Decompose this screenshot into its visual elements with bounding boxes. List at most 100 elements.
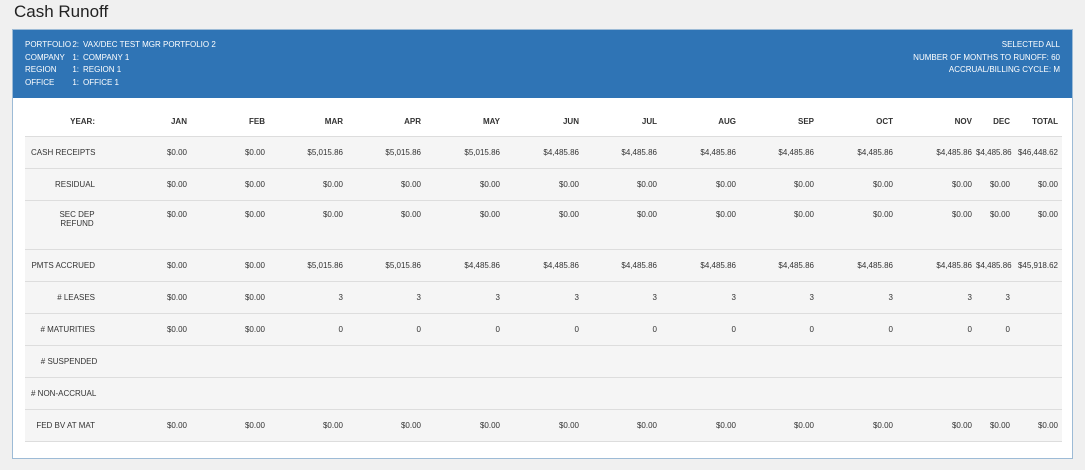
row-label: # MATURITIES [25, 313, 113, 346]
table-cell: $0.00 [740, 168, 818, 201]
table-cell: $4,485.86 [504, 136, 583, 169]
company-num: 1: [72, 52, 79, 62]
table-row: # NON-ACCRUAL [25, 377, 1062, 410]
company-row: COMPANY 1: COMPANY 1 [25, 52, 216, 65]
company-value: COMPANY 1 [83, 52, 130, 62]
table-header-row: YEAR: JAN FEB MAR APR MAY JUN JUL AUG SEP OCT NOV DE… [25, 106, 1062, 137]
row-label: SEC DEP REFUND [25, 200, 113, 250]
table-cell: $0.00 [583, 168, 661, 201]
table-cell: $0.00 [191, 200, 269, 250]
table-cell [661, 377, 740, 410]
selection-info: PORTFOLIO2: VAX/DEC TEST MGR PORTFOLIO 2 … [25, 39, 216, 89]
table-row: # LEASES $0.00 $0.00 3 3 3 3 3 3 3 3 3 3 [25, 281, 1062, 314]
table-cell: $5,015.86 [269, 249, 347, 282]
table-cell: $0.00 [347, 168, 425, 201]
panel-header: PORTFOLIO2: VAX/DEC TEST MGR PORTFOLIO 2 … [13, 30, 1072, 98]
portfolio-num: 2: [72, 40, 79, 49]
cash-runoff-panel: PORTFOLIO2: VAX/DEC TEST MGR PORTFOLIO 2 … [12, 29, 1073, 459]
table-row: PMTS ACCRUED $0.00 $0.00 $5,015.86 $5,015.86… [25, 249, 1062, 282]
table-cell: $0.00 [425, 168, 504, 201]
table-cell: $0.00 [191, 249, 269, 282]
table-cell: $4,485.86 [976, 136, 1014, 169]
table-cell [269, 345, 347, 378]
page-title: Cash Runoff [14, 2, 109, 21]
table-cell [113, 377, 191, 410]
table-row: SEC DEP REFUND $0.00 $0.00 $0.00 $0.00 $0.00 $… [25, 200, 1062, 250]
table-cell [818, 377, 897, 410]
table-cell: $5,015.86 [347, 136, 425, 169]
table-row: # MATURITIES $0.00 $0.00 0 0 0 0 0 0 0 0 0 0 [25, 313, 1062, 346]
row-label: # SUSPENDED [25, 345, 113, 378]
table-cell: $4,485.86 [740, 136, 818, 169]
table-cell: $0.00 [583, 409, 661, 442]
table-cell [897, 377, 976, 410]
table-cell: $4,485.86 [740, 249, 818, 282]
table-cell [1014, 313, 1062, 346]
column-header-apr: APR [347, 106, 425, 137]
region-key: REGION [25, 65, 57, 74]
table-cell [1014, 377, 1062, 410]
table-cell: $0.00 [740, 409, 818, 442]
table-cell [425, 345, 504, 378]
portfolio-row: PORTFOLIO2: VAX/DEC TEST MGR PORTFOLIO 2 [25, 39, 216, 52]
table-cell: $0.00 [269, 409, 347, 442]
column-header-jun: JUN [504, 106, 583, 137]
table-cell: 3 [347, 281, 425, 314]
table-cell: 0 [897, 313, 976, 346]
table-cell [191, 377, 269, 410]
column-header-mar: MAR [269, 106, 347, 137]
row-label: PMTS ACCRUED [25, 249, 113, 282]
table-cell: 3 [740, 281, 818, 314]
table-cell: 0 [347, 313, 425, 346]
table-cell [113, 345, 191, 378]
table-cell: 0 [583, 313, 661, 346]
table-cell [976, 345, 1014, 378]
table-cell: $0.00 [191, 409, 269, 442]
table-cell [740, 377, 818, 410]
table-cell: $45,918.62 [1014, 249, 1062, 282]
table-cell: $0.00 [269, 168, 347, 201]
table-cell: $4,485.86 [818, 136, 897, 169]
table-cell [897, 345, 976, 378]
table-cell: 0 [976, 313, 1014, 346]
table-cell [583, 377, 661, 410]
column-header-total: TOTAL [1014, 106, 1062, 137]
table-cell: 3 [661, 281, 740, 314]
column-header-feb: FEB [191, 106, 269, 137]
table-cell: $0.00 [113, 168, 191, 201]
runoff-table: YEAR: JAN FEB MAR APR MAY JUN JUL AUG SEP OCT NOV DE… [25, 106, 1062, 442]
table-cell [976, 377, 1014, 410]
table-cell: 0 [818, 313, 897, 346]
table-cell: $0.00 [113, 313, 191, 346]
portfolio-key: PORTFOLIO [25, 40, 72, 49]
table-cell: $0.00 [976, 168, 1014, 201]
column-header-jul: JUL [583, 106, 661, 137]
table-cell: 0 [504, 313, 583, 346]
table-cell [1014, 345, 1062, 378]
table-cell: $5,015.86 [425, 136, 504, 169]
table-cell: 3 [818, 281, 897, 314]
region-num: 1: [72, 65, 79, 74]
table-cell [191, 345, 269, 378]
table-cell: 0 [269, 313, 347, 346]
table-row: # SUSPENDED [25, 345, 1062, 378]
table-cell: $0.00 [818, 200, 897, 250]
column-header-oct: OCT [818, 106, 897, 137]
billing-cycle-text: ACCRUAL/BILLING CYCLE: M [948, 65, 1060, 74]
table-cell: 3 [269, 281, 347, 314]
table-cell: $0.00 [425, 200, 504, 250]
table-cell [347, 377, 425, 410]
table-cell: $0.00 [661, 168, 740, 201]
table-cell: $0.00 [897, 168, 976, 201]
table-cell: $4,485.86 [818, 249, 897, 282]
table-cell: $0.00 [113, 281, 191, 314]
office-row: OFFICE 1: OFFICE 1 [25, 77, 216, 90]
table-cell: $0.00 [504, 168, 583, 201]
row-label: # LEASES [25, 281, 113, 314]
table-cell: $0.00 [1014, 200, 1062, 250]
table-cell [347, 345, 425, 378]
table-cell: $4,485.86 [583, 136, 661, 169]
table-cell: $0.00 [113, 200, 191, 250]
table-cell [504, 377, 583, 410]
portfolio-value: VAX/DEC TEST MGR PORTFOLIO 2 [83, 40, 216, 49]
